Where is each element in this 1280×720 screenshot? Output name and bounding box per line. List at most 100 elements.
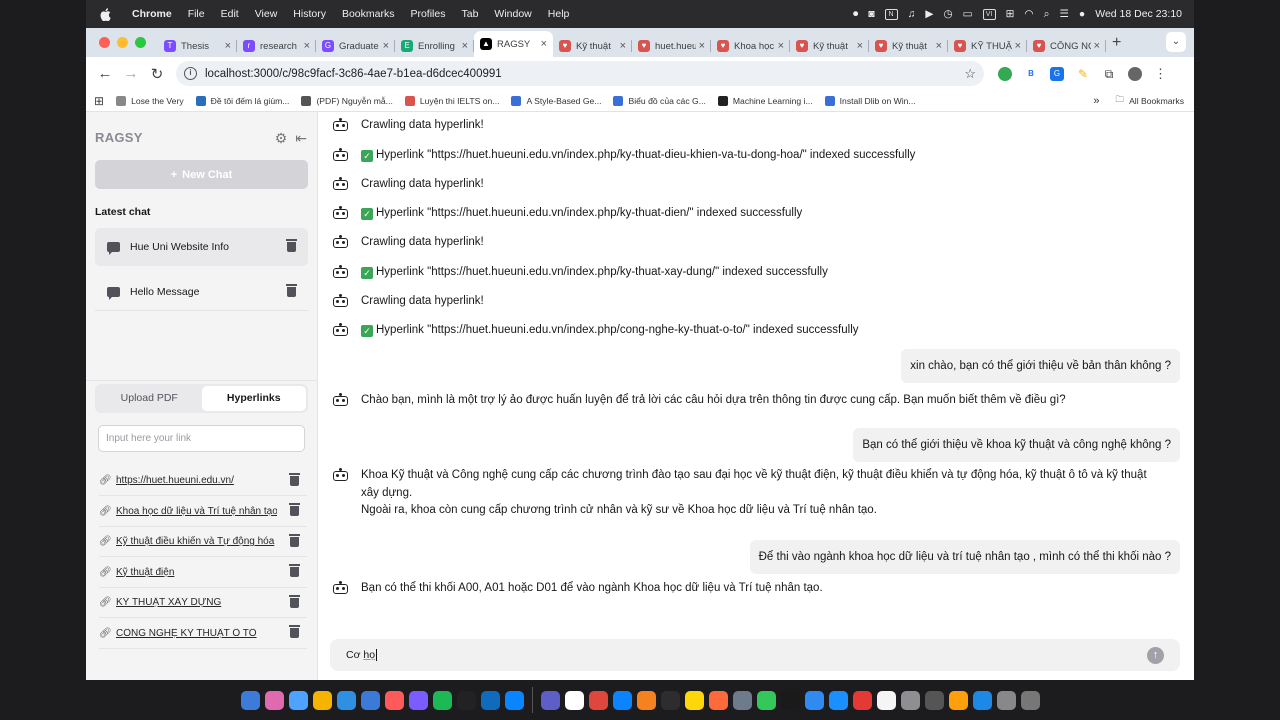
link-item[interactable]: 🔗︎ Kỹ thuật điều khiển và Tự động hóa [99, 527, 307, 557]
dock-app-icon[interactable] [708, 690, 728, 710]
dock-app-icon[interactable] [312, 690, 332, 710]
notion-tray-icon[interactable]: N [884, 8, 898, 20]
dock-app-icon[interactable] [804, 690, 824, 710]
message-composer[interactable]: Cơ họ ↑ [330, 639, 1180, 671]
close-tab-icon[interactable]: × [462, 40, 468, 52]
dock-app-icon[interactable] [972, 690, 992, 710]
dock-app-icon[interactable] [780, 690, 800, 710]
dock-app-icon[interactable] [432, 690, 452, 710]
bookmark-item[interactable]: Luyện thi IELTS on... [404, 95, 499, 106]
close-tab-icon[interactable]: × [778, 40, 784, 52]
menu-edit[interactable]: Edit [221, 8, 239, 20]
dock-app-icon[interactable] [480, 690, 500, 710]
close-tab-icon[interactable]: × [304, 40, 310, 52]
dock-app-icon[interactable] [540, 690, 560, 710]
close-tab-icon[interactable]: × [620, 40, 626, 52]
collapse-sidebar-icon[interactable]: ⇤ [295, 130, 307, 147]
delete-chat-icon[interactable] [286, 284, 297, 297]
new-chat-button[interactable]: + New Chat [95, 160, 308, 189]
send-arrow-icon[interactable]: ↑ [1147, 646, 1164, 664]
battery-icon[interactable]: ▭ [963, 8, 973, 20]
dock-app-icon[interactable] [924, 690, 944, 710]
profile-avatar[interactable] [1128, 66, 1142, 81]
more-bookmarks-icon[interactable]: » [1093, 95, 1099, 107]
close-tab-icon[interactable]: × [857, 40, 863, 52]
spotlight-icon[interactable]: ⌕ [1044, 8, 1050, 21]
browser-tab[interactable]: ♥ Khoa học × [711, 35, 790, 57]
dock-app-icon[interactable] [876, 690, 896, 710]
menu-tab[interactable]: Tab [461, 8, 478, 20]
record-icon[interactable]: ⏺ [853, 8, 858, 21]
dock-app-icon[interactable] [948, 690, 968, 710]
link-text[interactable]: Khoa học dữ liệu và Trí tuệ nhân tạo [116, 506, 277, 517]
menu-bookmarks[interactable]: Bookmarks [342, 8, 395, 20]
link-input[interactable] [98, 425, 305, 452]
composer-text[interactable]: Cơ họ [346, 649, 378, 661]
browser-tab[interactable]: ♥ Kỹ thuật × [790, 35, 869, 57]
translate-icon[interactable]: G [1050, 66, 1064, 81]
apps-grid-icon[interactable]: ⊞ [94, 94, 104, 108]
siri-icon[interactable]: ● [1079, 8, 1085, 20]
dock-app-icon[interactable] [660, 690, 680, 710]
dock-app-icon[interactable] [240, 690, 260, 710]
menu-profiles[interactable]: Profiles [410, 8, 445, 20]
menu-app-name[interactable]: Chrome [132, 8, 172, 20]
reload-button[interactable]: ↻ [144, 65, 170, 83]
chat-item[interactable]: Hello Message [95, 273, 308, 311]
close-tab-icon[interactable]: × [1094, 40, 1100, 52]
dock-app-icon[interactable] [612, 690, 632, 710]
browser-tab[interactable]: r research × [237, 35, 316, 57]
link-item[interactable]: 🔗︎ Khoa học dữ liệu và Trí tuệ nhân tạo [99, 497, 307, 527]
tab-active[interactable]: ▲ RAGSY × [474, 31, 553, 57]
extension-b-icon[interactable]: B [1024, 66, 1038, 81]
close-tab-icon[interactable]: × [936, 40, 942, 52]
menu-view[interactable]: View [255, 8, 278, 20]
dock-app-icon[interactable] [456, 690, 476, 710]
link-item[interactable]: 🔗︎ KỸ THUẬT XÂY DỰNG [99, 588, 307, 618]
browser-tab[interactable]: ♥ KỸ THUẬT× [948, 35, 1027, 57]
dock-app-icon[interactable] [384, 690, 404, 710]
clock-tray-icon[interactable]: ◷ [943, 8, 952, 20]
new-tab-button[interactable]: + [1112, 34, 1121, 52]
chrome-menu-icon[interactable]: ⋮ [1154, 66, 1167, 82]
control-center-icon[interactable]: ☰ [1059, 8, 1068, 20]
back-button[interactable]: ← [92, 65, 118, 82]
delete-chat-icon[interactable] [286, 239, 297, 252]
wifi-icon[interactable]: ◠ [1024, 8, 1033, 20]
close-tab-icon[interactable]: × [699, 40, 705, 52]
dock-app-icon[interactable] [264, 690, 284, 710]
browser-tab[interactable]: G Graduate × [316, 35, 395, 57]
menu-file[interactable]: File [188, 8, 205, 20]
menu-history[interactable]: History [293, 8, 326, 20]
browser-tab[interactable]: T Thesis × [158, 35, 237, 57]
bookmark-item[interactable]: Biểu đồ của các G... [613, 95, 706, 106]
bookmark-item[interactable]: (PDF) Nguyễn mẫ... [301, 95, 393, 106]
link-text[interactable]: Kỹ thuật điều khiển và Tự động hóa [116, 536, 277, 547]
menu-help[interactable]: Help [548, 8, 570, 20]
link-item[interactable]: 🔗︎ CÔNG NGHỆ KỸ THUẬT Ô TÔ [99, 619, 307, 649]
link-text[interactable]: CÔNG NGHỆ KỸ THUẬT Ô TÔ [116, 628, 277, 639]
delete-link-icon[interactable] [289, 564, 300, 577]
dock-app-icon[interactable] [288, 690, 308, 710]
menu-window[interactable]: Window [494, 8, 531, 20]
link-text[interactable]: KỸ THUẬT XÂY DỰNG [116, 597, 277, 608]
dock-app-icon[interactable] [336, 690, 356, 710]
bookmark-item[interactable]: Lose the Very [116, 95, 184, 106]
browser-tab[interactable]: ♥ Kỹ thuật × [553, 35, 632, 57]
tab-upload-pdf[interactable]: Upload PDF [97, 386, 202, 411]
dock-app-icon[interactable] [1020, 690, 1040, 710]
close-tab-icon[interactable]: × [541, 38, 547, 50]
delete-link-icon[interactable] [289, 472, 300, 486]
dock-app-icon[interactable] [636, 690, 656, 710]
close-window-button[interactable] [99, 37, 110, 48]
minimize-window-button[interactable] [117, 37, 128, 48]
delete-link-icon[interactable] [289, 503, 300, 516]
extension-green-icon[interactable] [998, 66, 1012, 81]
browser-tab[interactable]: ♥ CÔNG NGHỆ× [1027, 35, 1106, 57]
forward-button[interactable]: → [118, 65, 144, 82]
close-tab-icon[interactable]: × [1015, 40, 1021, 52]
bookmark-item[interactable]: Đề tôi đếm lá giùm... [195, 95, 289, 106]
extensions-puzzle-icon[interactable]: ⧉ [1102, 66, 1116, 81]
dock-app-icon[interactable] [900, 690, 920, 710]
all-bookmarks-folder[interactable]: 🗀 All Bookmarks [1115, 94, 1184, 108]
